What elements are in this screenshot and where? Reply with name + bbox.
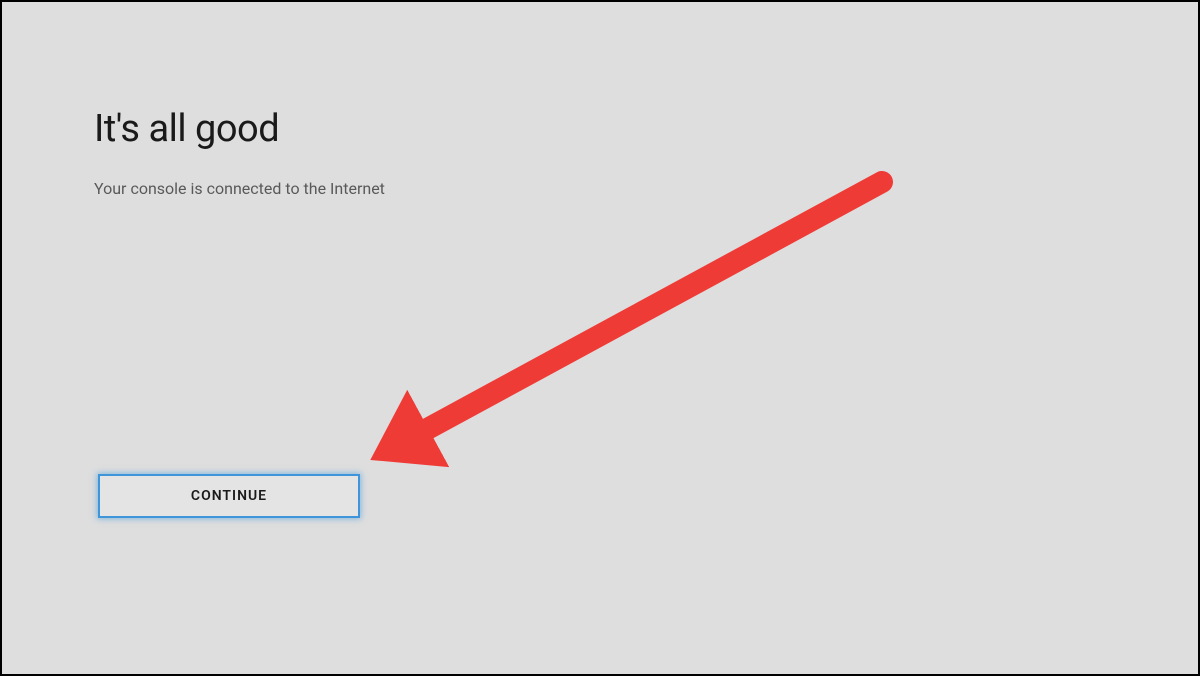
continue-button[interactable]: CONTINUE: [98, 474, 360, 518]
page-subtitle: Your console is connected to the Interne…: [94, 179, 385, 198]
continue-button-label: CONTINUE: [191, 488, 267, 504]
page-title: It's all good: [94, 107, 385, 151]
annotation-arrow-icon: [2, 2, 1200, 676]
page-content: It's all good Your console is connected …: [94, 107, 385, 198]
